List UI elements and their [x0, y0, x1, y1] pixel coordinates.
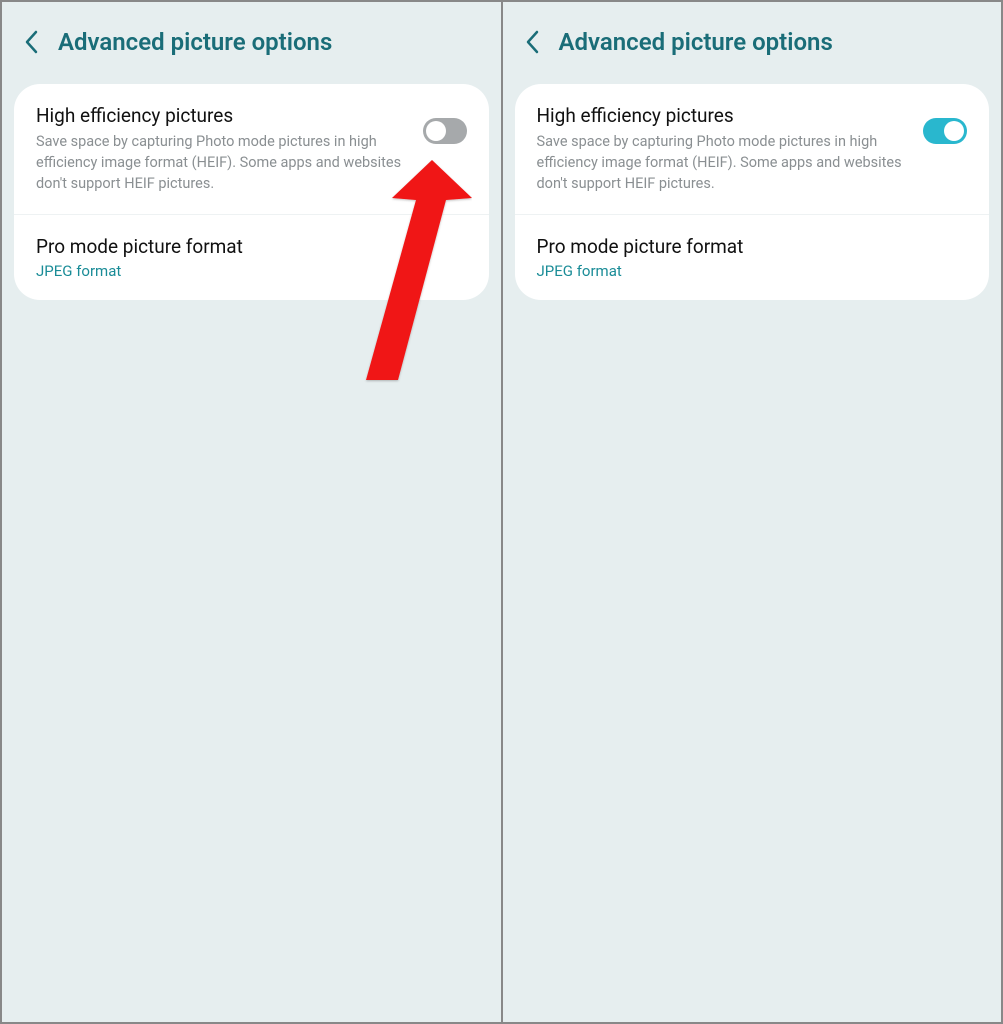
heif-toggle[interactable]: [423, 118, 467, 144]
pro-value: JPEG format: [537, 262, 968, 280]
heif-title: High efficiency pictures: [36, 104, 409, 127]
row-text: Pro mode picture format JPEG format: [537, 235, 968, 280]
settings-card: High efficiency pictures Save space by c…: [14, 84, 489, 300]
heif-desc: Save space by capturing Photo mode pictu…: [36, 131, 409, 194]
settings-card: High efficiency pictures Save space by c…: [515, 84, 990, 300]
heif-title: High efficiency pictures: [537, 104, 910, 127]
header: Advanced picture options: [2, 2, 501, 80]
phone-left: Advanced picture options High efficiency…: [2, 2, 501, 1022]
back-icon[interactable]: [22, 28, 40, 56]
row-text: High efficiency pictures Save space by c…: [537, 104, 910, 194]
row-text: Pro mode picture format JPEG format: [36, 235, 467, 280]
page-title: Advanced picture options: [58, 28, 332, 56]
row-high-efficiency[interactable]: High efficiency pictures Save space by c…: [515, 84, 990, 214]
pro-value: JPEG format: [36, 262, 467, 280]
back-icon[interactable]: [523, 28, 541, 56]
heif-toggle[interactable]: [923, 118, 967, 144]
pro-title: Pro mode picture format: [36, 235, 467, 258]
row-pro-mode[interactable]: Pro mode picture format JPEG format: [14, 214, 489, 300]
row-text: High efficiency pictures Save space by c…: [36, 104, 409, 194]
row-pro-mode[interactable]: Pro mode picture format JPEG format: [515, 214, 990, 300]
row-high-efficiency[interactable]: High efficiency pictures Save space by c…: [14, 84, 489, 214]
page-title: Advanced picture options: [559, 28, 833, 56]
pro-title: Pro mode picture format: [537, 235, 968, 258]
header: Advanced picture options: [503, 2, 1002, 80]
phone-right: Advanced picture options High efficiency…: [503, 2, 1002, 1022]
heif-desc: Save space by capturing Photo mode pictu…: [537, 131, 910, 194]
